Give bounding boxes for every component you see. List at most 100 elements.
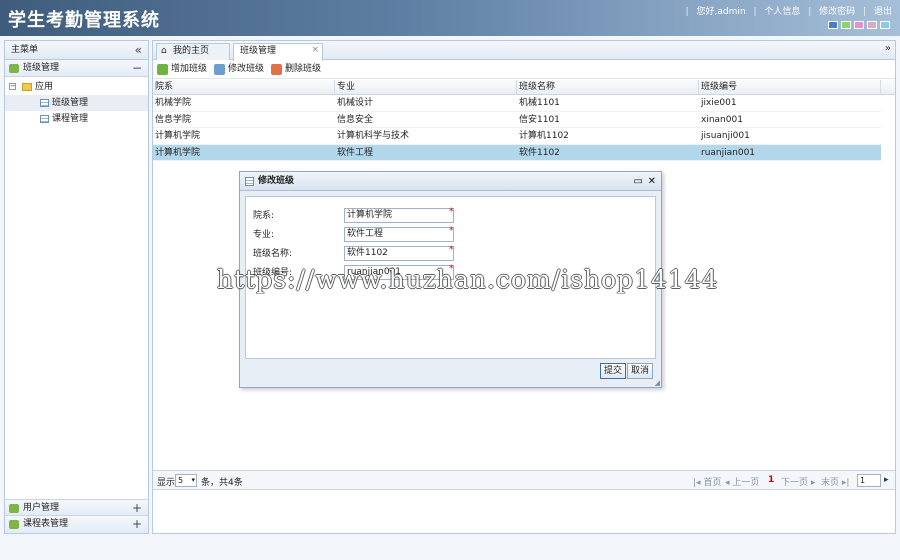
separator: | [753,7,757,17]
sidebar-title: 主菜单 [11,45,39,55]
profile-link[interactable]: 个人信息 [764,7,800,17]
tree-folder-app[interactable]: − 应用 [5,79,148,95]
cell-major: 信息安全 [337,114,374,125]
section-label: 班级管理 [23,63,60,73]
first-page-label: 首页 [703,478,722,488]
expand-section-icon[interactable]: + [132,500,142,517]
tree-item-label: 班级管理 [52,98,89,108]
go-page-icon[interactable]: ▸ [884,475,889,485]
table-row-selected[interactable]: 计算机学院 软件工程 软件1102 ruanjian001 [153,144,881,161]
expand-section-icon[interactable]: + [132,516,142,533]
folder-icon [22,83,32,91]
cancel-button[interactable]: 取消 [627,363,654,379]
theme-swatch-blue[interactable] [828,21,838,29]
table-row[interactable]: 机械学院 机械设计 机械1101 jixie001 [153,95,881,112]
submit-button[interactable]: 提交 [600,363,627,379]
cell-class-name: 机械1101 [519,98,560,108]
cell-major: 计算机科学与技术 [337,131,410,141]
next-page-label: 下一页 [781,478,809,488]
pager-show-label: 显示 [157,478,176,488]
required-mark: * [449,264,454,274]
delete-class-button[interactable]: 删除班级 [271,63,321,76]
collapse-section-icon[interactable]: − [132,60,142,77]
logout-link[interactable]: 退出 [874,7,892,17]
section-label: 用户管理 [23,503,60,513]
tree-collapse-icon[interactable]: − [9,83,16,90]
column-header-department[interactable]: 院系 [153,80,335,94]
grid-icon [40,115,49,123]
separator: | [863,7,867,17]
page-size-select[interactable]: 5 ▾ [175,474,197,487]
column-header-class-name[interactable]: 班级名称 [517,80,699,94]
table-row[interactable]: 信息学院 信息安全 信安1101 xinan001 [153,112,881,128]
theme-swatch-sky[interactable] [880,21,890,29]
next-page-button[interactable]: 下一页 ▸ [781,475,815,488]
double-chevron-left-icon[interactable]: « [135,41,142,60]
sidebar-section-schedule-management[interactable]: 课程表管理 + [5,516,148,533]
column-header-major[interactable]: 专业 [335,80,517,94]
sidebar: 主菜单 « 班级管理 − − 应用 班级管理 课程管理 用户管理 + 课程表管理 [4,40,149,534]
dialog-title: 修改班级 [258,176,295,186]
column-header-class-code[interactable]: 班级编号 [699,80,881,94]
table-row[interactable]: 计算机学院 计算机科学与技术 计算机1102 jisuanji001 [153,128,881,145]
menu-tree: − 应用 班级管理 课程管理 [5,77,148,129]
tab-bar: ⌂ 我的主页 班级管理 × » [153,41,895,61]
cell-department: 计算机学院 [155,131,201,141]
cell-class-name: 计算机1102 [519,131,569,141]
theme-swatch-mauve[interactable] [867,21,877,29]
section-icon [9,504,19,513]
tree-item-class-management[interactable]: 班级管理 [5,95,148,111]
theme-swatch-green[interactable] [841,21,851,29]
button-label: 删除班级 [285,64,322,74]
dialog-header[interactable]: 修改班级 ▭ ✕ [240,172,661,191]
tree-item-label: 课程管理 [52,114,89,124]
tab-label: 我的主页 [173,46,210,56]
department-field[interactable]: 计算机学院 [344,208,454,223]
first-page-icon: |◂ [693,478,701,488]
cell-class-name: 软件1102 [519,147,560,158]
chevron-down-icon: ▾ [191,476,195,484]
change-password-link[interactable]: 修改密码 [819,7,855,17]
prev-page-icon: ◂ [725,478,730,488]
top-links: | 您好,admin | 个人信息 | 修改密码 | 退出 [681,4,892,17]
tab-home[interactable]: ⌂ 我的主页 [156,43,230,60]
pagination-bar: 显示 5 ▾ 条，共4条 |◂ 首页 ◂ 上一页 1 下一页 ▸ 末页 ▸| 1… [153,470,895,490]
major-field[interactable]: 软件工程 [344,227,454,242]
page-number-input[interactable]: 1 [857,474,881,487]
field-label-major: 专业: [253,230,275,240]
add-class-button[interactable]: 增加班级 [157,63,207,76]
cell-class-code: ruanjian001 [701,147,756,158]
edit-class-button[interactable]: 修改班级 [214,63,264,76]
grid-icon [40,99,49,107]
button-label: 增加班级 [171,64,208,74]
field-label-department: 院系: [253,211,275,221]
resize-handle-icon[interactable]: ◢ [655,379,660,387]
toolbar: 增加班级 修改班级 删除班级 [153,60,895,79]
theme-swatch-pink[interactable] [854,21,864,29]
delete-icon [271,64,282,75]
class-code-field[interactable]: ruanjian001 [344,265,454,280]
chevron-down-double-icon[interactable]: » [885,43,891,54]
separator: | [685,7,689,17]
required-mark: * [449,226,454,236]
close-icon[interactable]: × [311,43,319,58]
last-page-button[interactable]: 末页 ▸| [821,475,849,488]
tree-item-course-management[interactable]: 课程管理 [5,111,148,127]
sidebar-section-class-management[interactable]: 班级管理 − [5,60,148,77]
prev-page-button[interactable]: ◂ 上一页 [725,475,759,488]
cell-class-name: 信安1101 [519,114,560,125]
maximize-icon[interactable]: ▭ [634,172,643,191]
close-icon[interactable]: ✕ [648,172,656,191]
class-name-field[interactable]: 软件1102 [344,246,454,261]
cell-class-code: jixie001 [701,98,737,108]
edit-class-dialog: 修改班级 ▭ ✕ 院系: 计算机学院 * 专业: 软件工程 * 班级名称: 软件… [239,171,662,388]
last-page-icon: ▸| [841,478,850,488]
cell-major: 机械设计 [337,98,374,108]
page-size-value: 5 [178,476,184,485]
tab-class-management[interactable]: 班级管理 × [233,43,323,61]
first-page-button[interactable]: |◂ 首页 [693,475,721,488]
last-page-label: 末页 [821,478,840,488]
sidebar-section-user-management[interactable]: 用户管理 + [5,499,148,516]
dialog-form: 院系: 计算机学院 * 专业: 软件工程 * 班级名称: 软件1102 * 班级… [245,196,656,359]
field-label-class-code: 班级编号: [253,268,293,278]
